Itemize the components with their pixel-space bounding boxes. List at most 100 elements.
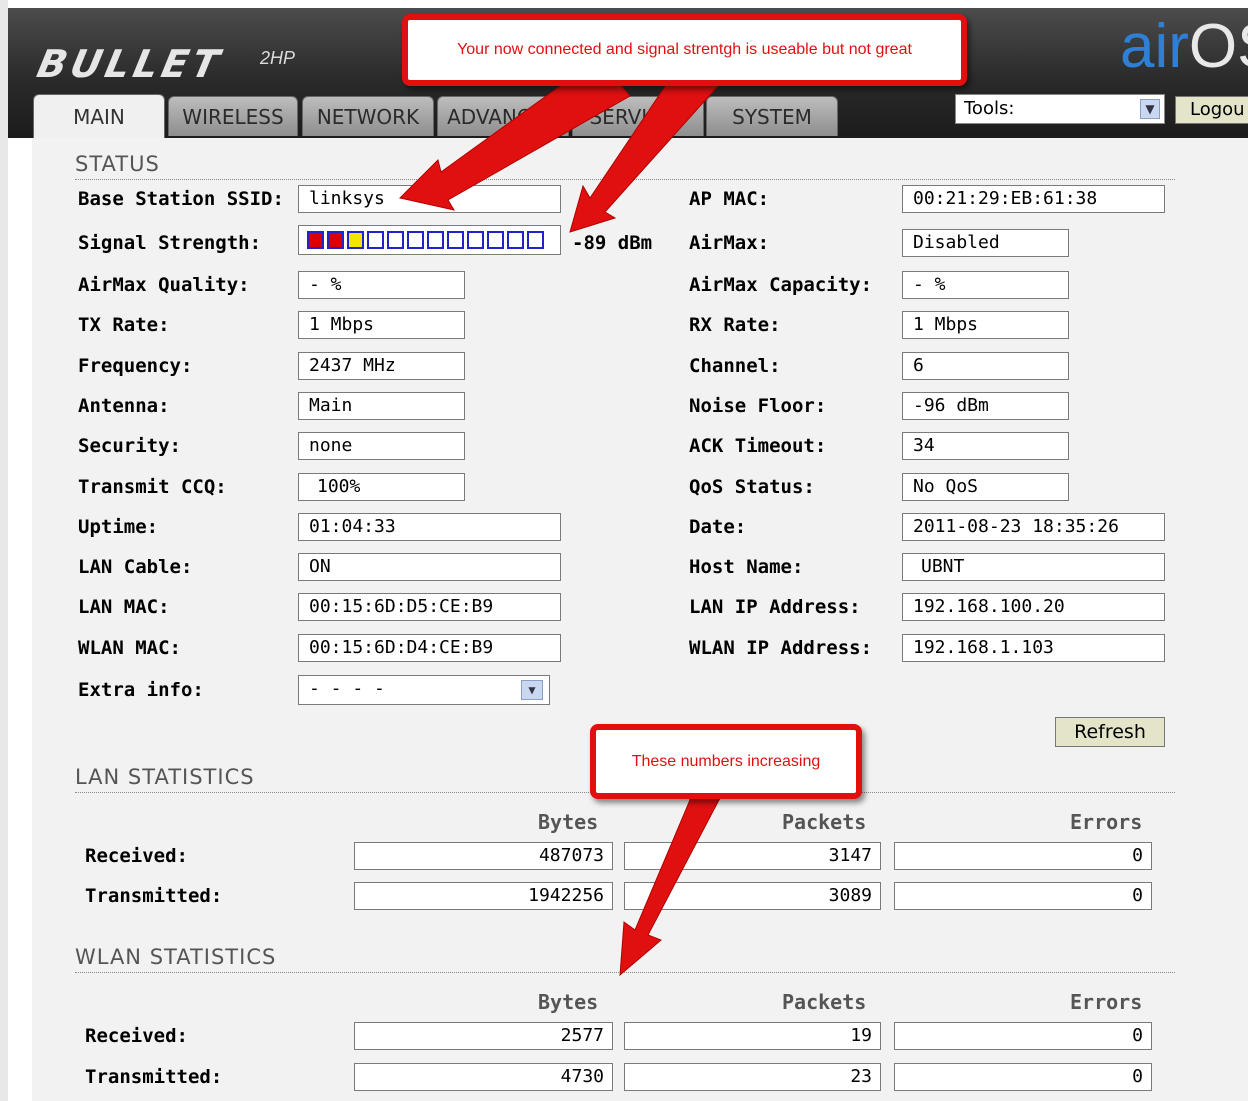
signal-bar xyxy=(447,231,464,249)
uptime-value: 01:04:33 xyxy=(298,513,561,541)
qos-status-value: No QoS xyxy=(902,473,1069,501)
extra-info-label: Extra info: xyxy=(78,679,204,701)
security-label: Security: xyxy=(78,435,181,457)
airos-logo-air: air xyxy=(1120,12,1189,81)
frequency-label: Frequency: xyxy=(78,355,193,377)
wlan-transmitted-bytes: 4730 xyxy=(354,1063,613,1091)
lan-received-label: Received: xyxy=(85,845,188,867)
wlan-received-errors: 0 xyxy=(894,1022,1152,1050)
lan-bytes-header: Bytes xyxy=(538,810,599,834)
signal-bar xyxy=(387,231,404,249)
ack-timeout-value: 34 xyxy=(902,432,1069,460)
host-name-label: Host Name: xyxy=(689,556,804,578)
airmax-label: AirMax: xyxy=(689,232,770,254)
chevron-down-icon[interactable]: ▼ xyxy=(521,680,543,700)
signal-bar xyxy=(347,231,364,249)
host-name-value: UBNT xyxy=(902,553,1165,581)
date-label: Date: xyxy=(689,516,747,538)
lan-packets-header: Packets xyxy=(782,810,867,834)
signal-callout: Your now connected and signal strentgh i… xyxy=(402,14,967,86)
lan-cable-label: LAN Cable: xyxy=(78,556,193,578)
ssid-value: linksys xyxy=(298,185,561,213)
signal-bar xyxy=(507,231,524,249)
lan-received-errors: 0 xyxy=(894,842,1152,870)
lan-transmitted-label: Transmitted: xyxy=(85,885,223,907)
wlan-received-bytes: 2577 xyxy=(354,1022,613,1050)
channel-value: 6 xyxy=(902,352,1069,380)
wlan-mac-label: WLAN MAC: xyxy=(78,637,181,659)
wlan-packets-header: Packets xyxy=(782,990,867,1014)
wlan-errors-header: Errors xyxy=(1070,990,1143,1014)
transmit-ccq-value: 100% xyxy=(298,473,465,501)
tab-network[interactable]: NETWORK xyxy=(302,96,434,136)
airmax-quality-value: - % xyxy=(298,271,465,299)
wlan-ip-label: WLAN IP Address: xyxy=(689,637,873,659)
signal-bar xyxy=(527,231,544,249)
wlan-transmitted-errors: 0 xyxy=(894,1063,1152,1091)
lan-errors-header: Errors xyxy=(1070,810,1143,834)
frequency-value: 2437 MHz xyxy=(298,352,465,380)
lan-statistics-heading: LAN STATISTICS xyxy=(75,765,255,789)
extra-info-select[interactable]: - - - - ▼ xyxy=(298,675,550,705)
tx-rate-label: TX Rate: xyxy=(78,314,170,336)
lan-transmitted-errors: 0 xyxy=(894,882,1152,910)
date-value: 2011-08-23 18:35:26 xyxy=(902,513,1165,541)
wlan-transmitted-label: Transmitted: xyxy=(85,1066,223,1088)
lan-mac-value: 00:15:6D:D5:CE:B9 xyxy=(298,593,561,621)
logout-button[interactable]: Logou xyxy=(1175,96,1248,124)
signal-bar xyxy=(407,231,424,249)
signal-bar xyxy=(427,231,444,249)
tab-main[interactable]: MAIN xyxy=(33,94,165,138)
tab-wireless[interactable]: WIRELESS xyxy=(168,96,298,136)
security-value: none xyxy=(298,432,465,460)
antenna-label: Antenna: xyxy=(78,395,170,417)
ssid-label: Base Station SSID: xyxy=(78,188,284,210)
noise-floor-label: Noise Floor: xyxy=(689,395,827,417)
signal-bar xyxy=(467,231,484,249)
qos-status-label: QoS Status: xyxy=(689,476,815,498)
tools-label: Tools: xyxy=(964,98,1015,119)
refresh-button[interactable]: Refresh xyxy=(1055,717,1165,747)
channel-label: Channel: xyxy=(689,355,781,377)
tools-select[interactable]: Tools: ▼ xyxy=(955,94,1165,124)
uptime-label: Uptime: xyxy=(78,516,159,538)
tab-advanced[interactable]: ADVANCED xyxy=(437,96,569,136)
numbers-callout: These numbers increasing xyxy=(590,724,862,799)
lan-ip-value: 192.168.100.20 xyxy=(902,593,1165,621)
airos-logo: airOS xyxy=(1120,16,1248,78)
lan-received-bytes: 487073 xyxy=(354,842,613,870)
rx-rate-value: 1 Mbps xyxy=(902,311,1069,339)
signal-strength-label: Signal Strength: xyxy=(78,232,262,254)
status-divider xyxy=(75,179,1175,180)
noise-floor-value: -96 dBm xyxy=(902,392,1069,420)
lan-cable-value: ON xyxy=(298,553,561,581)
wlan-received-label: Received: xyxy=(85,1025,188,1047)
airmax-capacity-value: - % xyxy=(902,271,1069,299)
status-heading: STATUS xyxy=(75,152,160,176)
signal-bar xyxy=(307,231,324,249)
bullet-logo: BULLET xyxy=(33,42,227,86)
airmax-capacity-label: AirMax Capacity: xyxy=(689,274,873,296)
tab-services[interactable]: SERVICES xyxy=(572,96,704,136)
ack-timeout-label: ACK Timeout: xyxy=(689,435,827,457)
signal-bar xyxy=(487,231,504,249)
wlan-mac-value: 00:15:6D:D4:CE:B9 xyxy=(298,634,561,662)
chevron-down-icon[interactable]: ▼ xyxy=(1140,99,1160,119)
tab-system[interactable]: SYSTEM xyxy=(706,96,838,136)
lan-transmitted-packets: 3089 xyxy=(624,882,881,910)
model-label: 2HP xyxy=(260,48,296,68)
wlan-statistics-heading: WLAN STATISTICS xyxy=(75,945,277,969)
airmax-value: Disabled xyxy=(902,229,1069,257)
ap-mac-label: AP MAC: xyxy=(689,188,770,210)
wlan-transmitted-packets: 23 xyxy=(624,1063,881,1091)
lan-transmitted-bytes: 1942256 xyxy=(354,882,613,910)
signal-strength-meter xyxy=(298,225,561,255)
signal-bar xyxy=(367,231,384,249)
transmit-ccq-label: Transmit CCQ: xyxy=(78,476,227,498)
rx-rate-label: RX Rate: xyxy=(689,314,781,336)
wlan-received-packets: 19 xyxy=(624,1022,881,1050)
wlan-ip-value: 192.168.1.103 xyxy=(902,634,1165,662)
airmax-quality-label: AirMax Quality: xyxy=(78,274,250,296)
airos-status-page: BULLET 2HP airOS MAIN WIRELESS NETWORK A… xyxy=(0,0,1248,1101)
lan-received-packets: 3147 xyxy=(624,842,881,870)
